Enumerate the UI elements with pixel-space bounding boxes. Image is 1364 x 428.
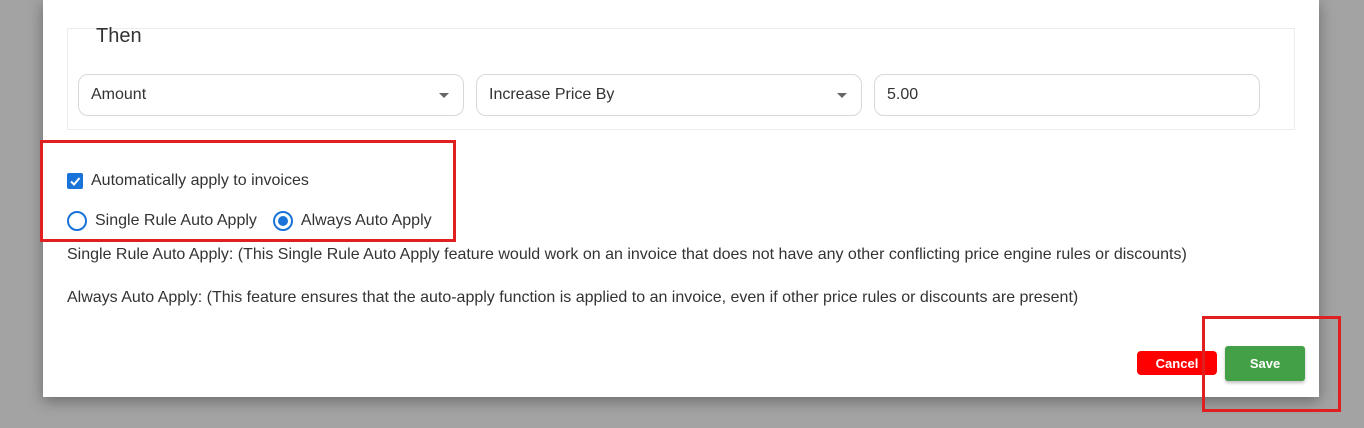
value-text: 5.00: [887, 86, 919, 103]
caret-down-icon: [439, 93, 449, 98]
then-section: Then Amount Increase Price By 5.00: [67, 25, 1295, 130]
caret-down-icon: [837, 93, 847, 98]
always-apply-description: Always Auto Apply: (This feature ensures…: [67, 289, 1079, 306]
operation-value: Increase Price By: [489, 86, 615, 103]
single-rule-description: Single Rule Auto Apply: (This Single Rul…: [67, 246, 1187, 263]
amount-type-select[interactable]: Amount: [78, 74, 464, 116]
amount-type-value: Amount: [91, 86, 147, 103]
value-input[interactable]: 5.00: [874, 74, 1260, 116]
then-section-title: Then: [96, 25, 142, 47]
highlight-box-save: [1202, 316, 1341, 412]
highlight-box-auto-apply: [40, 140, 456, 242]
operation-select[interactable]: Increase Price By: [476, 74, 862, 116]
